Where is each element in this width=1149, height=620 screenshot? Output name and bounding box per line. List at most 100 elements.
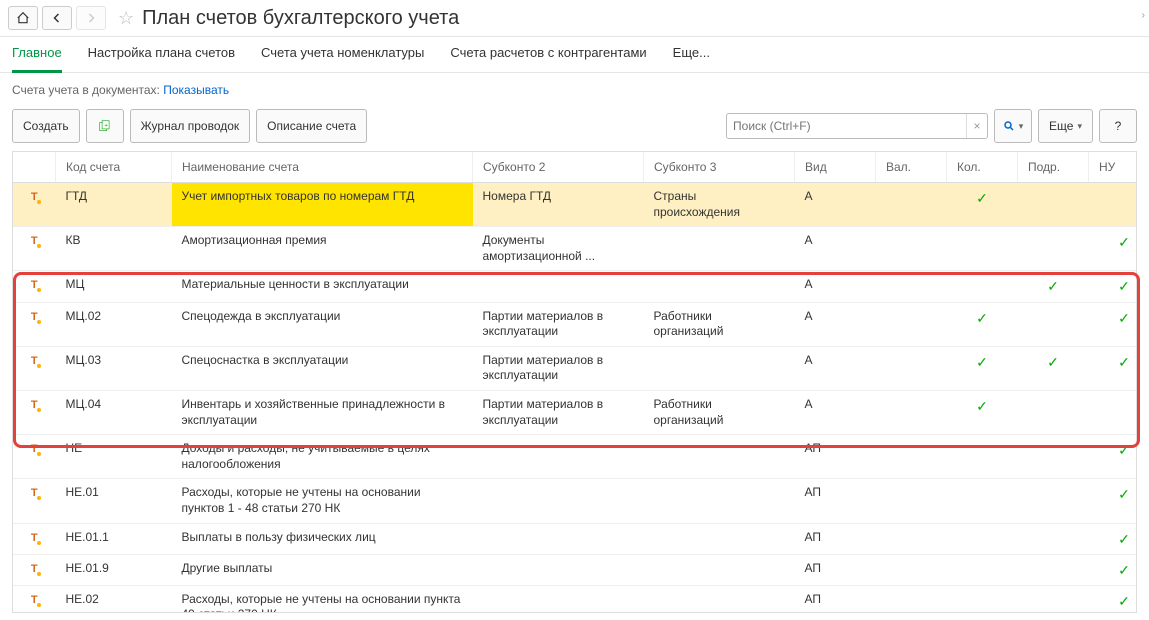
copy-button[interactable]: + (86, 109, 124, 143)
account-icon: Т (31, 279, 38, 291)
home-button[interactable] (8, 6, 38, 30)
checkmark-icon: ✓ (947, 302, 1018, 346)
tab-главное[interactable]: Главное (12, 45, 62, 73)
cell-kind: А (795, 271, 876, 302)
table-row[interactable]: ТКВАмортизационная премияДокументы аморт… (13, 227, 1137, 271)
account-icon: Т (31, 487, 38, 499)
account-icon: Т (31, 563, 38, 575)
cell-sub3 (644, 479, 795, 523)
cell-code: НЕ.01 (56, 479, 172, 523)
back-button[interactable] (42, 6, 72, 30)
cell-sub3 (644, 346, 795, 390)
cell-code: НЕ.01.9 (56, 554, 172, 585)
forward-button[interactable] (76, 6, 106, 30)
account-icon: Т (31, 443, 38, 455)
col-qty[interactable]: Кол. (947, 152, 1018, 183)
accounts-show-link[interactable]: Показывать (163, 83, 229, 97)
cell-name: Спецодежда в эксплуатации (172, 302, 473, 346)
tab-счетаучетаноменклатуры[interactable]: Счета учета номенклатуры (261, 45, 424, 72)
cell-code: МЦ.02 (56, 302, 172, 346)
table-row[interactable]: Т НЕ.01Расходы, которые не учтены на осно… (13, 479, 1137, 523)
cell-sub2: Номера ГТД (473, 183, 644, 227)
cell-code: МЦ.03 (56, 346, 172, 390)
checkmark-icon: ✓ (1089, 554, 1138, 585)
table-row[interactable]: ТНЕ.01.9Другие выплатыАП✓✓ (13, 554, 1137, 585)
cell-sub3: Страны происхождения (644, 183, 795, 227)
table-row[interactable]: ТГТДУчет импортных товаров по номерам ГТ… (13, 183, 1137, 227)
cell-name: Расходы, которые не учтены на основании … (172, 585, 473, 613)
table-row[interactable]: ТМЦ.03Спецоснастка в эксплуатацииПартии … (13, 346, 1137, 390)
cell-kind: А (795, 346, 876, 390)
cell-code: МЦ (56, 271, 172, 302)
cell-code: НЕ.01.1 (56, 523, 172, 554)
table-row[interactable]: Т НЕДоходы и расходы, не учитываемые в це… (13, 435, 1137, 479)
cell-sub2: Партии материалов в эксплуатации (473, 346, 644, 390)
checkmark-icon: ✓ (1089, 479, 1138, 523)
cell-name: Выплаты в пользу физических лиц (172, 523, 473, 554)
tab-настройкапланасчетов[interactable]: Настройка плана счетов (88, 45, 235, 72)
table-row[interactable]: Т НЕ.01.1Выплаты в пользу физических лиц А… (13, 523, 1137, 554)
cell-code: МЦ.04 (56, 390, 172, 434)
journal-button[interactable]: Журнал проводок (130, 109, 251, 143)
cell-name: Другие выплаты (172, 554, 473, 585)
cell-kind: АП (795, 523, 876, 554)
col-sub2[interactable]: Субконто 2 (473, 152, 644, 183)
cell-sub2: Партии материалов в эксплуатации (473, 390, 644, 434)
col-name[interactable]: Наименование счета (172, 152, 473, 183)
cell-sub3 (644, 523, 795, 554)
table-row[interactable]: ТМЦ.04Инвентарь и хозяйственные принадле… (13, 390, 1137, 434)
tab-еще[interactable]: Еще... (673, 45, 710, 72)
cell-sub2 (473, 523, 644, 554)
table-row[interactable]: ТМЦ.02Спецодежда в эксплуатацииПартии ма… (13, 302, 1137, 346)
cell-name: Доходы и расходы, не учитываемые в целях… (172, 435, 473, 479)
search-input[interactable] (727, 119, 966, 133)
cell-sub2 (473, 435, 644, 479)
cell-sub3 (644, 554, 795, 585)
col-kind[interactable]: Вид (795, 152, 876, 183)
tab-счетарасчетовсконтрагентами[interactable]: Счета расчетов с контрагентами (450, 45, 646, 72)
more-button[interactable]: Еще▾ (1038, 109, 1093, 143)
cell-sub2 (473, 479, 644, 523)
cell-code: НЕ (56, 435, 172, 479)
col-code[interactable]: Код счета (56, 152, 172, 183)
accounts-in-documents-label: Счета учета в документах: (12, 83, 163, 97)
search-field[interactable]: × (726, 113, 988, 139)
cell-name: Расходы, которые не учтены на основании … (172, 479, 473, 523)
account-icon: Т (31, 532, 38, 544)
cell-kind: АП (795, 554, 876, 585)
account-icon: Т (31, 191, 38, 203)
col-nu[interactable]: НУ (1089, 152, 1138, 183)
col-val[interactable]: Вал. (876, 152, 947, 183)
col-icon[interactable] (13, 152, 56, 183)
account-description-button[interactable]: Описание счета (256, 109, 367, 143)
cell-name: Амортизационная премия (172, 227, 473, 271)
account-icon: Т (31, 594, 38, 606)
create-button[interactable]: Создать (12, 109, 80, 143)
col-sub3[interactable]: Субконто 3 (644, 152, 795, 183)
cell-sub2 (473, 271, 644, 302)
table-row[interactable]: ТНЕ.02Расходы, которые не учтены на осно… (13, 585, 1137, 613)
cell-name: Учет импортных товаров по номерам ГТД (172, 183, 473, 227)
expand-icon[interactable]: › (1142, 10, 1145, 21)
svg-text:+: + (104, 123, 108, 129)
cell-sub3 (644, 271, 795, 302)
cell-kind: А (795, 183, 876, 227)
cell-sub3: Работники организаций (644, 302, 795, 346)
checkmark-icon: ✓ (1089, 346, 1138, 390)
checkmark-icon: ✓ (947, 390, 1018, 434)
cell-sub3 (644, 227, 795, 271)
checkmark-icon: ✓ (1089, 435, 1138, 479)
search-menu-button[interactable]: ▾ (994, 109, 1032, 143)
cell-code: КВ (56, 227, 172, 271)
page-title: План счетов бухгалтерского учета (142, 7, 459, 30)
account-icon: Т (31, 311, 38, 323)
checkmark-icon: ✓ (1089, 227, 1138, 271)
clear-search-icon[interactable]: × (966, 114, 987, 138)
table-row[interactable]: ТМЦМатериальные ценности в эксплуатацииА… (13, 271, 1137, 302)
cell-sub3: Работники организаций (644, 390, 795, 434)
checkmark-icon: ✓ (947, 183, 1018, 227)
col-dept[interactable]: Подр. (1018, 152, 1089, 183)
favorite-star-icon[interactable]: ☆ (118, 8, 134, 29)
help-button[interactable]: ? (1099, 109, 1137, 143)
checkmark-icon: ✓ (1018, 271, 1089, 302)
